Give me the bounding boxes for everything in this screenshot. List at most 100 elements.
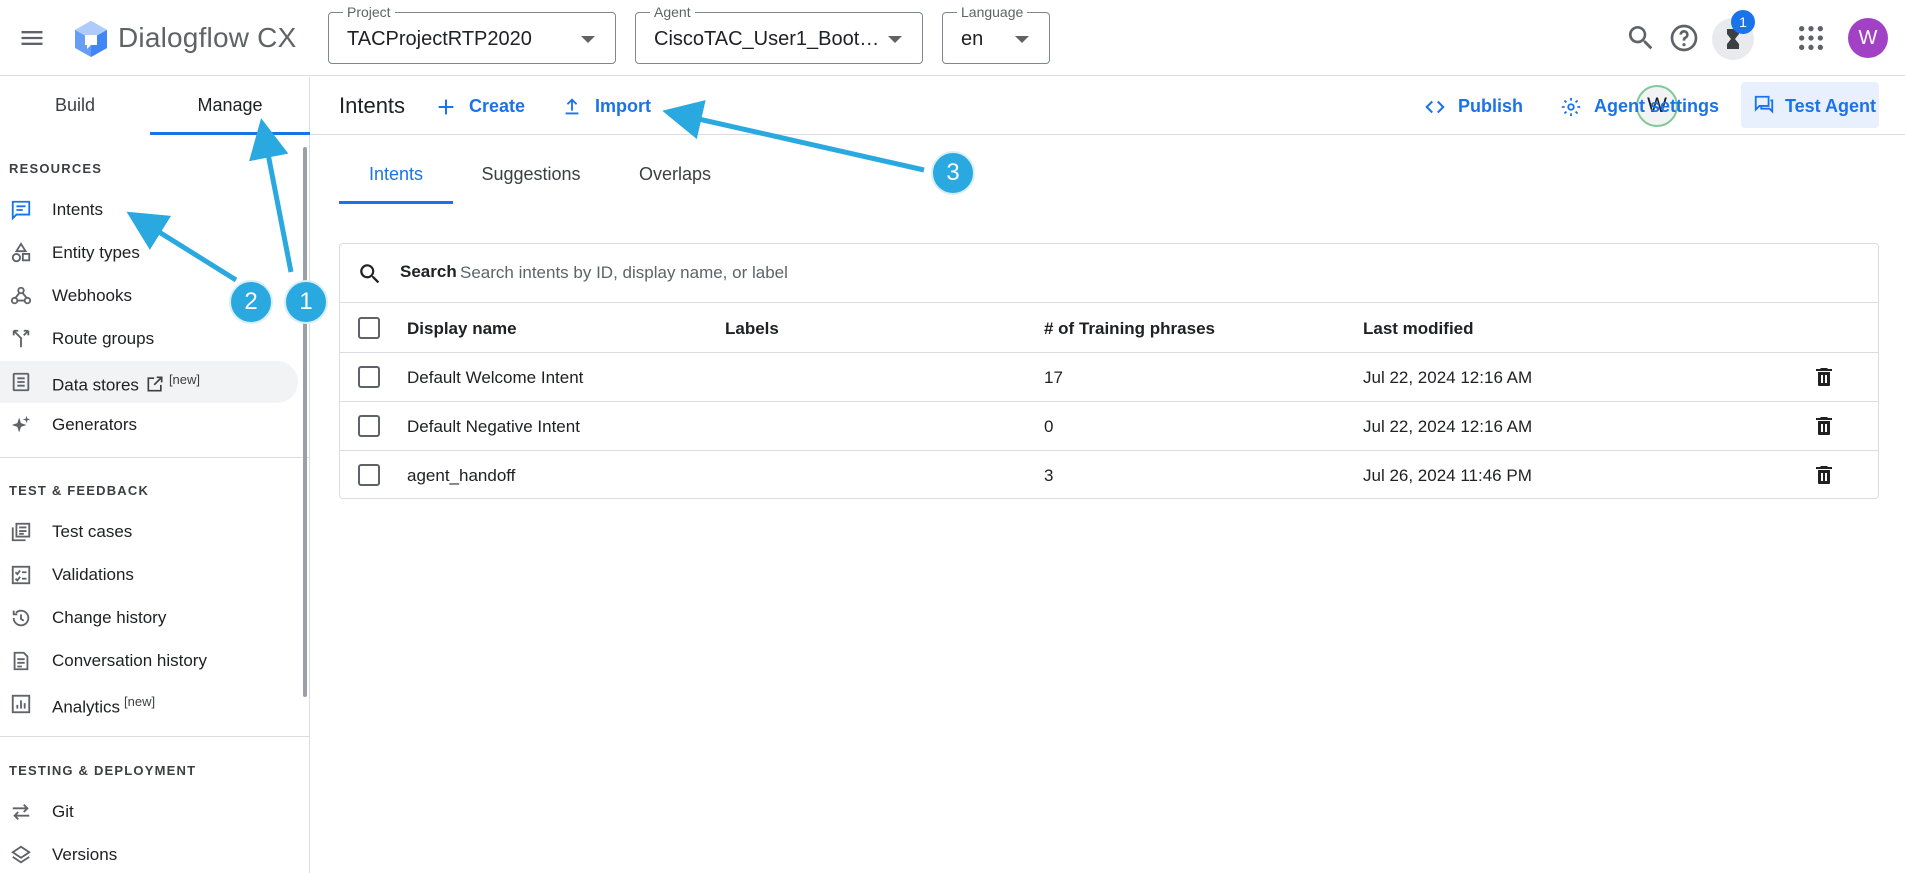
table-row[interactable]: Default Negative Intent 0 Jul 22, 2024 1… (340, 402, 1878, 451)
notification-badge: 1 (1731, 10, 1755, 34)
search-icon[interactable] (1625, 22, 1657, 54)
sidebar-scrollbar[interactable] (303, 147, 307, 697)
sidebar-item-route-groups[interactable]: Route groups (0, 318, 298, 360)
column-header-display-name[interactable]: Display name (407, 319, 517, 339)
delete-icon[interactable] (1812, 463, 1836, 487)
test-cases-icon (10, 521, 32, 543)
create-button[interactable]: Create (435, 87, 535, 125)
sidebar-item-label: Change history (52, 608, 167, 627)
agent-settings-button-label: Agent settings (1594, 96, 1720, 116)
main-menu-icon[interactable] (18, 24, 46, 52)
sidebar-item-label: Generators (52, 415, 138, 434)
column-header-training-phrases[interactable]: # of Training phrases (1044, 319, 1215, 339)
sidebar-divider (0, 736, 309, 737)
new-badge: [new] (124, 694, 156, 709)
sidebar-tabs: Build Manage (0, 77, 310, 135)
analytics-icon (10, 693, 32, 715)
table-header-row: Display name Labels # of Training phrase… (340, 304, 1878, 353)
intent-last-modified: Jul 26, 2024 11:46 PM (1363, 466, 1532, 485)
search-input[interactable] (460, 257, 1260, 289)
agent-selector-value: CiscoTAC_User1_Bootca... (654, 28, 884, 50)
chevron-down-icon (888, 36, 902, 43)
annotation-marker-1: 1 (284, 280, 328, 324)
open-in-new-icon (145, 374, 165, 394)
tab-intents[interactable]: Intents (339, 146, 453, 204)
tab-manage[interactable]: Manage (150, 77, 310, 135)
row-checkbox[interactable] (358, 366, 380, 388)
sidebar-item-label: Versions (52, 845, 118, 864)
column-header-labels[interactable]: Labels (725, 319, 779, 339)
sidebar-item-label: Entity types (52, 243, 140, 262)
upload-icon (561, 96, 583, 118)
sidebar-item-label: Test cases (52, 522, 133, 541)
user-avatar[interactable]: W (1848, 18, 1888, 58)
project-selector[interactable]: Project TACProjectRTP2020 (328, 4, 616, 64)
page-title: Intents (339, 93, 406, 118)
sidebar-item-label: Route groups (52, 329, 155, 348)
help-icon[interactable] (1668, 22, 1700, 54)
intent-training-phrases: 0 (1044, 417, 1054, 436)
sidebar-item-analytics-text: Analytics (52, 697, 121, 717)
sidebar-item-label: Validations (52, 565, 134, 584)
agent-selector[interactable]: Agent CiscoTAC_User1_Bootca... (635, 4, 923, 64)
agent-settings-button[interactable]: Agent settings (1560, 87, 1730, 125)
sidebar-item-conversation-history[interactable]: Conversation history (0, 640, 298, 682)
sidebar-item-intents[interactable]: Intents (0, 189, 298, 231)
sidebar-item-data-stores-text: Data stores (52, 375, 139, 395)
select-all-checkbox[interactable] (358, 317, 380, 339)
sidebar-item-analytics[interactable]: Analytics [new] (0, 683, 298, 725)
new-badge: [new] (168, 372, 201, 387)
sidebar-item-label: Webhooks (52, 286, 133, 305)
sidebar-item-label: Intents (52, 200, 104, 219)
sidebar-item-versions[interactable]: Versions (0, 834, 298, 873)
sidebar-item-label: Data stores [new] (52, 372, 200, 396)
import-button-label: Import (595, 96, 651, 116)
sidebar-item-entity-types[interactable]: Entity types (0, 232, 298, 274)
publish-button-label: Publish (1458, 96, 1524, 116)
delete-icon[interactable] (1812, 414, 1836, 438)
validations-icon (10, 564, 32, 586)
intent-name[interactable]: Default Negative Intent (407, 417, 580, 437)
table-row[interactable]: Default Welcome Intent 17 Jul 22, 2024 1… (340, 353, 1878, 402)
section-resources: RESOURCES (9, 161, 103, 176)
project-selector-value: TACProjectRTP2020 (347, 28, 532, 50)
column-header-last-modified[interactable]: Last modified (1363, 319, 1474, 339)
row-checkbox[interactable] (358, 464, 380, 486)
sidebar: Build Manage RESOURCES Intents Entity ty… (0, 77, 310, 873)
sidebar-item-change-history[interactable]: Change history (0, 597, 298, 639)
table-row[interactable]: agent_handoff 3 Jul 26, 2024 11:46 PM (340, 451, 1878, 500)
sidebar-item-git[interactable]: Git (0, 791, 298, 833)
sidebar-item-label: Analytics [new] (52, 694, 155, 718)
history-icon (10, 607, 32, 629)
row-checkbox[interactable] (358, 415, 380, 437)
publish-button[interactable]: Publish (1424, 87, 1534, 125)
tab-overlaps[interactable]: Overlaps (622, 146, 728, 204)
project-selector-label: Project (343, 4, 395, 20)
tab-build[interactable]: Build (0, 77, 150, 135)
import-button[interactable]: Import (561, 87, 671, 125)
sidebar-item-validations[interactable]: Validations (0, 554, 298, 596)
intent-training-phrases: 17 (1044, 368, 1063, 387)
intent-name[interactable]: agent_handoff (407, 466, 515, 486)
language-selector-value: en (961, 28, 984, 50)
delete-icon[interactable] (1812, 365, 1836, 389)
conversation-history-icon (10, 650, 32, 672)
tab-suggestions[interactable]: Suggestions (469, 146, 593, 204)
sidebar-item-test-cases[interactable]: Test cases (0, 511, 298, 553)
language-selector[interactable]: Language en (942, 4, 1050, 64)
dialogflow-logo-icon (72, 19, 110, 59)
create-button-label: Create (469, 96, 526, 116)
search-bar: Search (340, 244, 1878, 303)
sidebar-item-data-stores[interactable]: Data stores [new] (0, 361, 298, 403)
apps-grid-icon[interactable] (1795, 22, 1827, 54)
intent-last-modified: Jul 22, 2024 12:16 AM (1363, 417, 1533, 436)
main-header: Intents Create Import W Publish Agent se… (311, 77, 1905, 135)
intent-training-phrases: 3 (1044, 466, 1054, 485)
intent-name[interactable]: Default Welcome Intent (407, 368, 583, 388)
webhooks-icon (10, 285, 32, 307)
test-agent-button[interactable]: Test Agent (1741, 82, 1879, 128)
data-stores-icon (10, 371, 32, 393)
entity-types-icon (10, 242, 32, 264)
sidebar-item-generators[interactable]: Generators (0, 404, 298, 446)
language-selector-label: Language (957, 4, 1028, 20)
